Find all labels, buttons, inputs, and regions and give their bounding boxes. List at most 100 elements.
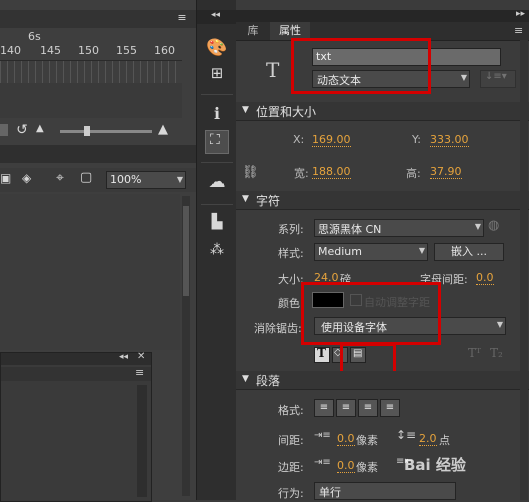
font-style-label: 样式: [278,247,304,260]
text-direction-icon: ↓≡▾ [485,71,507,82]
transform-icon[interactable]: ⛶ [205,130,229,154]
frame-ruler: 140 145 150 155 160 [0,44,182,58]
section-character[interactable]: ▼ 字符 [236,191,529,210]
floating-panel: ◂◂ ✕ ≡ [0,351,152,502]
font-style-select[interactable]: Medium ▼ [314,243,428,261]
selectable-icon: T [317,346,326,360]
tool-strip-top: ◂◂ [197,10,237,24]
chevron-down-icon: ▼ [242,194,249,204]
align-left-button[interactable]: ≡ [314,399,334,417]
stage-toolbar: ▣ ◈ ⌖ ▢ 100% ▼ [0,168,196,192]
superscript-icon[interactable]: Tᵀ [468,346,481,360]
separator [201,162,233,163]
line-spacing-value[interactable]: 2.0 [419,432,437,446]
format-label: 格式: [278,404,304,417]
chevron-down-icon: ▼ [418,246,425,255]
center-stage-icon[interactable]: ⌖ [56,170,64,186]
zoom-slider[interactable] [60,130,152,133]
panel-topbar: ▸▸ [236,9,529,22]
section-paragraph[interactable]: ▼ 段落 [236,371,529,390]
align-center-button[interactable]: ≡ [336,399,356,417]
selectable-text-button[interactable]: T [314,346,330,363]
color-label: 颜色: [278,297,304,310]
margin-left-icon: ⇥≡ [314,457,331,468]
align-grid-icon[interactable]: ⊞ [205,64,229,82]
margin-unit: 像素 [356,461,378,474]
floating-panel-toolbar: ≡ [1,366,151,381]
edit-symbol-icon[interactable]: ◈ [22,171,31,185]
antialias-label: 消除锯齿: [254,322,302,335]
watermark-logo: Bai 经验 [404,456,466,474]
panel-menu-icon[interactable]: ≡ [135,366,144,379]
margin-label: 边距: [278,461,304,474]
panel-menu-icon[interactable]: ≡ [514,24,523,37]
floating-panel-scrollbar[interactable] [137,385,147,497]
text-direction-select[interactable]: ↓≡▾ [480,70,516,88]
section-title: 字符 [256,194,281,208]
height-label: 高: [406,167,421,180]
loop-icon[interactable]: ↺ [14,122,30,138]
tool-strip: ◂◂ 🎨 ⊞ ℹ ⛶ ☁ ▙ ⁂ [196,0,238,500]
font-size-label: 大小: [278,273,304,286]
margin-left-value[interactable]: 0.0 [337,459,355,473]
x-value[interactable]: 169.00 [312,133,351,147]
frame-grid[interactable] [0,60,182,84]
time-label: 6s [28,30,41,43]
indent-value[interactable]: 0.0 [337,432,355,446]
embed-button[interactable]: 嵌入 ... [434,243,504,261]
font-family-label: 系列: [278,223,304,236]
link-icon[interactable]: ⛓ [242,165,259,180]
subscript-icon[interactable]: T₂ [490,346,503,360]
cc-libraries-icon[interactable]: ☁ [205,172,229,192]
width-label: 宽: [294,167,309,180]
zoom-in-icon[interactable]: ▲ [158,122,168,137]
chevron-down-icon: ▼ [242,374,249,384]
highlight-box-font [301,282,441,345]
chevron-down-icon: ▼ [176,175,183,184]
timeline-controls: ↺ ▲ ▲ [0,122,182,140]
scroll-left-button[interactable] [0,124,8,136]
timeline-top-bar [0,10,196,28]
align-right-button[interactable]: ≡ [358,399,378,417]
divider [0,145,196,163]
text-tool-icon: T [266,58,280,82]
tab-library[interactable]: 库 [238,22,268,40]
behavior-select[interactable]: 单行 [314,482,456,500]
frame-number: 140 [0,44,21,57]
align-justify-button[interactable]: ≡ [380,399,400,417]
properties-scrollbar[interactable] [520,40,528,500]
info-icon[interactable]: ℹ [205,104,229,123]
scrollbar-thumb[interactable] [183,206,189,296]
close-icon[interactable]: ✕ [137,351,145,362]
zoom-select[interactable]: 100% ▼ [106,171,186,189]
frame-number: 145 [40,44,61,57]
stage-scrollbar[interactable] [182,196,190,496]
width-value[interactable]: 188.00 [312,165,351,179]
y-value[interactable]: 333.00 [430,133,469,147]
zoom-value: 100% [110,173,142,186]
letter-spacing-value[interactable]: 0.0 [476,271,494,285]
components-icon[interactable]: ▙ [205,214,229,230]
collapse-icon[interactable]: ◂◂ [119,352,128,362]
indent-icon: ⇥≡ [314,430,331,441]
frame-number: 155 [116,44,137,57]
stage-area[interactable] [0,194,180,350]
zoom-slider-thumb[interactable] [84,126,90,136]
section-position-size[interactable]: ▼ 位置和大小 [236,102,529,121]
edit-scene-icon[interactable]: ▣ [0,171,11,185]
height-value[interactable]: 37.90 [430,165,462,179]
indent-unit: 像素 [356,434,378,447]
section-title: 段落 [256,374,281,388]
motion-presets-icon[interactable]: ⁂ [205,242,229,258]
separator [201,94,233,95]
panel-menu-icon[interactable]: ≡ [175,11,189,25]
highlight-box-name [291,38,431,94]
font-family-select[interactable]: 思源黑体 CN ▼ [314,219,484,237]
zoom-out-icon[interactable]: ▲ [36,123,44,134]
clip-icon[interactable]: ▢ [80,170,92,185]
expand-icon[interactable]: ▸▸ [516,9,525,19]
font-family-value: 思源黑体 CN [318,223,382,236]
collapse-icon[interactable]: ◂◂ [211,10,220,20]
color-swatches-icon[interactable]: 🎨 [205,38,229,58]
frame-number: 160 [154,44,175,57]
